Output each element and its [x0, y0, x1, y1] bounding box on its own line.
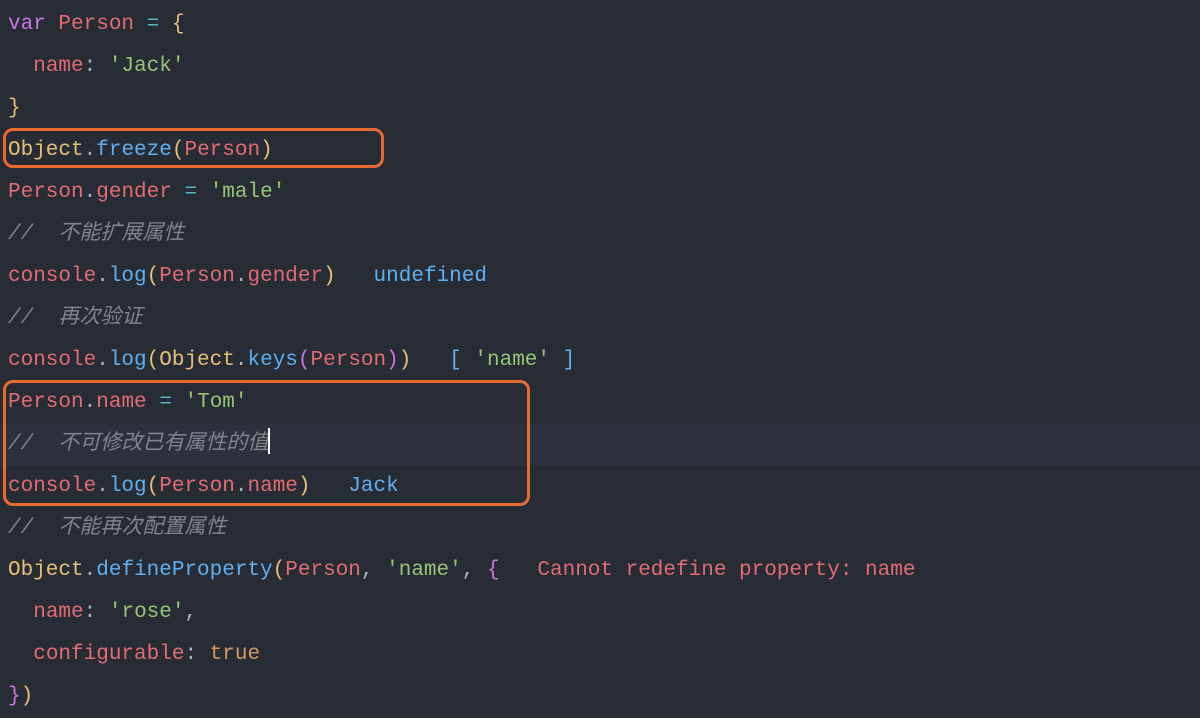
operator-eq: = [147, 13, 160, 36]
comment-cannot-reconfigure: // 不能再次配置属性 [8, 517, 226, 540]
string-male: 'male' [210, 181, 286, 204]
comment-verify-again: // 再次验证 [8, 307, 142, 330]
var-person: Person [58, 13, 134, 36]
string-rose: 'rose' [109, 601, 185, 624]
var-console: console [8, 265, 96, 288]
code-line-10: Person.name = 'Tom' [8, 382, 1192, 424]
result-undefined: undefined [374, 265, 487, 288]
code-line-7: console.log(Person.gender) undefined [8, 256, 1192, 298]
string-jack: 'Jack' [109, 55, 185, 78]
text-cursor [268, 428, 270, 454]
method-keys: keys [247, 349, 297, 372]
code-line-9: console.log(Object.keys(Person)) [ 'name… [8, 340, 1192, 382]
string-tom: 'Tom' [184, 391, 247, 414]
method-log: log [109, 265, 147, 288]
code-line-11-active[interactable]: // 不可修改已有属性的值 [0, 424, 1200, 466]
method-freeze: freeze [96, 139, 172, 162]
code-line-4: Object.freeze(Person) [8, 130, 1192, 172]
code-line-14: Object.defineProperty(Person, 'name', { … [8, 550, 1192, 592]
brace-open: { [172, 13, 185, 36]
var-person: Person [8, 181, 84, 204]
code-line-17: }) [8, 676, 1192, 718]
method-defineproperty: defineProperty [96, 559, 272, 582]
prop-name: name [33, 55, 83, 78]
code-line-16: configurable: true [8, 634, 1192, 676]
comment-cannot-modify: // 不可修改已有属性的值 [8, 433, 268, 456]
object-class: Object [8, 139, 84, 162]
code-line-1: var Person = { [8, 4, 1192, 46]
code-line-15: name: 'rose', [8, 592, 1192, 634]
brace-close: } [8, 97, 21, 120]
code-line-6: // 不能扩展属性 [8, 214, 1192, 256]
code-line-5: Person.gender = 'male' [8, 172, 1192, 214]
code-line-13: // 不能再次配置属性 [8, 508, 1192, 550]
code-line-2: name: 'Jack' [8, 46, 1192, 88]
arg-person: Person [184, 139, 260, 162]
code-line-3: } [8, 88, 1192, 130]
code-line-12: console.log(Person.name) Jack [8, 466, 1192, 508]
value-true: true [210, 643, 260, 666]
prop-gender: gender [96, 181, 172, 204]
keyword-var: var [8, 13, 46, 36]
result-jack: Jack [348, 475, 398, 498]
error-message: Cannot redefine property: name [537, 559, 915, 582]
comment-cannot-extend: // 不能扩展属性 [8, 223, 184, 246]
code-line-8: // 再次验证 [8, 298, 1192, 340]
